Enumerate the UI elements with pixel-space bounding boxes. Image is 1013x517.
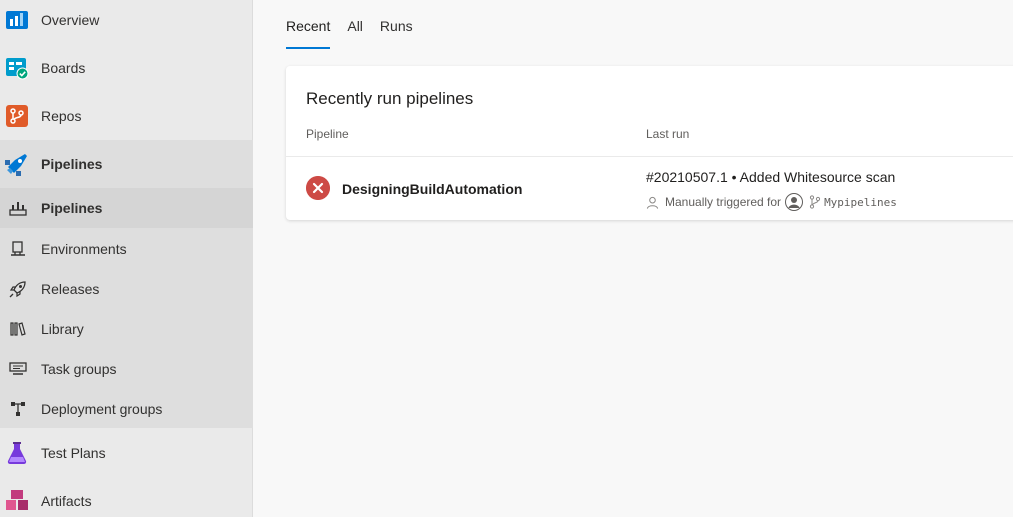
rocket-icon [9, 281, 26, 298]
nav-deployment-groups[interactable]: Deployment groups [0, 389, 253, 429]
nav-label: Pipelines [41, 156, 103, 172]
pipeline-tabs: Recent All Runs [286, 0, 430, 50]
person-icon [646, 196, 659, 209]
deployment-groups-icon [11, 402, 25, 416]
nav-pipelines-sub[interactable]: Pipelines [0, 188, 253, 228]
nav-label: Deployment groups [41, 401, 163, 417]
artifacts-icon [6, 490, 28, 510]
repos-icon [6, 105, 28, 127]
overview-icon [6, 11, 28, 29]
nav-label: Boards [41, 60, 86, 76]
boards-icon [6, 58, 29, 80]
tab-recent[interactable]: Recent [286, 0, 331, 50]
run-title-link[interactable]: #20210507.1 • Added Whitesource scan [646, 169, 895, 185]
environments-icon [11, 241, 25, 256]
nav-releases[interactable]: Releases [0, 269, 253, 309]
avatar[interactable] [785, 193, 804, 211]
main-content: Recent All Runs Recently run pipelines P… [254, 0, 1013, 517]
nav-label: Library [41, 321, 84, 337]
nav-test-plans[interactable]: Test Plans [0, 429, 253, 477]
nav-label: Repos [41, 108, 82, 124]
pipeline-name-link[interactable]: DesigningBuildAutomation [342, 181, 522, 197]
nav-pipelines[interactable]: Pipelines [0, 140, 253, 188]
pipelines-sub-icon [9, 202, 27, 216]
task-groups-icon [9, 362, 27, 375]
card-title: Recently run pipelines [306, 89, 474, 108]
pipelines-icon [5, 154, 27, 176]
nav-label: Task groups [41, 361, 117, 377]
nav-task-groups[interactable]: Task groups [0, 349, 253, 389]
nav-label: Artifacts [41, 493, 92, 509]
column-header-last-run: Last run [646, 127, 690, 141]
nav-label: Releases [41, 281, 100, 297]
run-meta: Manually triggered for Mypipelines [646, 193, 897, 211]
table-row[interactable]: DesigningBuildAutomation #20210507.1 • A… [286, 157, 1013, 220]
left-nav: Overview Boards Repos Pipelines Pipeline… [0, 0, 253, 517]
tab-runs[interactable]: Runs [380, 0, 413, 50]
nav-overview[interactable]: Overview [0, 0, 253, 44]
failed-status-icon [306, 176, 330, 200]
test-plans-icon [7, 442, 27, 464]
nav-label: Pipelines [41, 200, 103, 216]
nav-label: Environments [41, 241, 127, 257]
branch-icon [809, 195, 821, 209]
nav-label: Test Plans [41, 445, 106, 461]
nav-library[interactable]: Library [0, 309, 253, 349]
nav-artifacts[interactable]: Artifacts [0, 477, 253, 517]
nav-environments[interactable]: Environments [0, 229, 253, 269]
nav-repos[interactable]: Repos [0, 92, 253, 140]
nav-boards[interactable]: Boards [0, 44, 253, 92]
library-icon [10, 322, 26, 336]
column-header-pipeline: Pipeline [306, 127, 349, 141]
nav-label: Overview [41, 12, 100, 28]
tab-all[interactable]: All [347, 0, 363, 50]
trigger-text: Manually triggered for [665, 195, 782, 209]
recent-pipelines-card: Recently run pipelines Pipeline Last run… [286, 66, 1013, 220]
branch-name: Mypipelines [824, 195, 897, 209]
